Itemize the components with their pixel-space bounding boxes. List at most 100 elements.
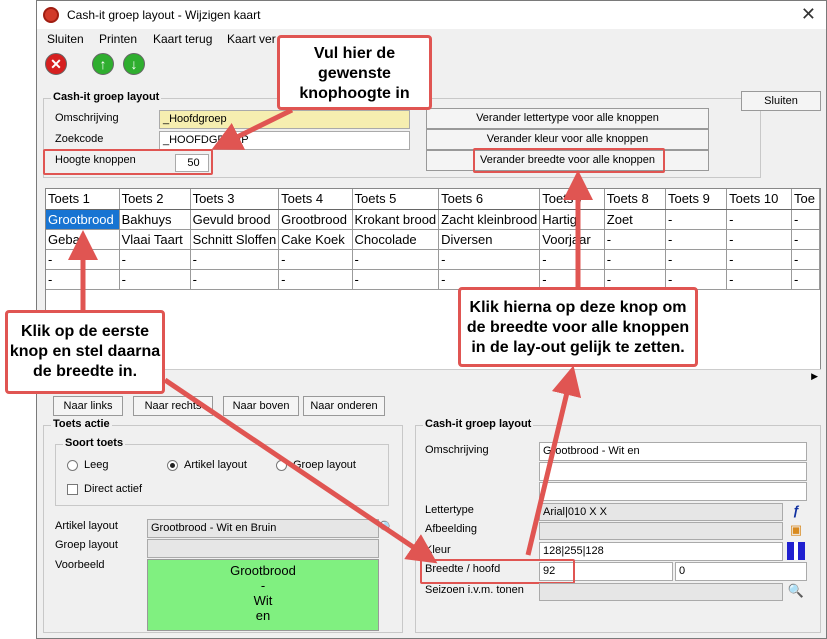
grid-cell[interactable]: Schnitt Sloffen — [190, 229, 280, 250]
omschrijving-field[interactable]: _Hoofdgroep — [159, 110, 410, 129]
groep-layout-field[interactable] — [147, 539, 379, 558]
grid-cell[interactable]: - — [665, 209, 728, 230]
voorbeeld-preview: Grootbrood - Wit en — [147, 559, 379, 631]
scroll-right-icon[interactable]: ▶ — [811, 371, 818, 382]
grid-cell[interactable]: - — [190, 269, 280, 290]
zoekcode-label: Zoekcode — [55, 133, 104, 145]
grid-cell[interactable]: - — [726, 269, 793, 290]
grid-cell[interactable]: - — [352, 249, 440, 270]
naar-links-button[interactable]: Naar links — [53, 396, 123, 416]
grid-cell[interactable]: Grootbrood — [278, 209, 353, 230]
grid-header[interactable]: Toets 1 — [46, 189, 120, 210]
color-icon[interactable] — [787, 542, 805, 560]
grid-header[interactable]: Toets 8 — [604, 189, 666, 210]
preview-line: Grootbrood — [230, 563, 296, 578]
grid-cell[interactable]: - — [726, 229, 793, 250]
grid-cell[interactable]: - — [665, 249, 728, 270]
grid-cell[interactable]: - — [791, 209, 820, 230]
grid-header[interactable]: Toets 7 — [539, 189, 605, 210]
grid-header[interactable]: Toets 9 — [665, 189, 728, 210]
grid-cell[interactable]: - — [726, 249, 793, 270]
grid-header[interactable]: Toets 2 — [119, 189, 191, 210]
grid-cell[interactable]: Cake Koek — [278, 229, 353, 250]
cancel-icon[interactable]: ✕ — [45, 53, 67, 75]
grid-cell[interactable]: - — [665, 269, 728, 290]
naar-boven-button[interactable]: Naar boven — [223, 396, 299, 416]
grid-header[interactable]: Toets 4 — [278, 189, 353, 210]
grid-cell[interactable]: - — [438, 249, 541, 270]
grid-cell[interactable]: Zacht kleinbrood — [438, 209, 541, 230]
grid-header[interactable]: Toe — [791, 189, 820, 210]
radio-artikel-layout[interactable] — [167, 460, 178, 471]
naar-rechts-button[interactable]: Naar rechts — [133, 396, 213, 416]
grid-cell[interactable]: Voorjaar — [539, 229, 605, 250]
arrow-up-icon[interactable]: ↑ — [92, 53, 114, 75]
menu-kaart-terug[interactable]: Kaart terug — [153, 32, 212, 46]
grid-cell[interactable]: Gebak — [46, 229, 120, 250]
bottom-omschrijving-field-2[interactable] — [539, 462, 807, 481]
grid-cell[interactable]: - — [539, 249, 605, 270]
grid-cell[interactable]: - — [119, 269, 191, 290]
grid-cell[interactable]: - — [604, 249, 666, 270]
menu-sluiten[interactable]: Sluiten — [47, 32, 84, 46]
grid-cell[interactable]: Bakhuys — [119, 209, 191, 230]
grid-header[interactable]: Toets 5 — [352, 189, 440, 210]
grid-header[interactable]: Toets 10 — [726, 189, 793, 210]
grid-cell[interactable]: Diversen — [438, 229, 541, 250]
grid-cell[interactable]: - — [604, 229, 666, 250]
radio-groep-layout[interactable] — [276, 460, 287, 471]
direct-actief-checkbox[interactable] — [67, 484, 78, 495]
grid-cell[interactable]: - — [352, 269, 440, 290]
menu-kaart-verder[interactable]: Kaart ver — [227, 32, 276, 46]
grid-cell[interactable]: Zoet — [604, 209, 666, 230]
grid-cell[interactable]: Gevuld brood — [190, 209, 280, 230]
kleur-field[interactable]: 128|255|128 — [539, 542, 783, 561]
grid-cell[interactable]: - — [791, 249, 820, 270]
grid-cell[interactable]: Krokant brood — [352, 209, 440, 230]
arrow-down-icon[interactable]: ↓ — [123, 53, 145, 75]
close-icon[interactable]: ✕ — [801, 4, 816, 25]
grid-cell[interactable]: Hartig — [539, 209, 605, 230]
seizoen-field[interactable] — [539, 583, 783, 601]
zoekcode-field[interactable]: _HOOFDGROEP — [159, 131, 410, 150]
verander-lettertype-button[interactable]: Verander lettertype voor alle knoppen — [426, 108, 709, 129]
title-bar: Cash-it groep layout - Wijzigen kaart ✕ — [37, 1, 826, 29]
grid-cell[interactable]: Grootbrood — [46, 209, 120, 230]
radio-leeg-label: Leeg — [84, 459, 109, 471]
grid-cell[interactable]: - — [791, 229, 820, 250]
breedte-button-highlight — [473, 148, 665, 173]
lettertype-field[interactable]: Arial|010 X X — [539, 503, 783, 521]
grid-cell[interactable]: - — [46, 249, 120, 270]
grid-cell[interactable]: - — [46, 269, 120, 290]
bottom-omschrijving-field[interactable]: Grootbrood - Wit en — [539, 442, 807, 461]
naar-onderen-button[interactable]: Naar onderen — [303, 396, 385, 416]
grid-header[interactable]: Toets 3 — [190, 189, 280, 210]
search-icon[interactable]: 🔍 — [787, 582, 805, 600]
grid-cell[interactable]: Chocolade — [352, 229, 440, 250]
grid-cell[interactable]: - — [604, 269, 666, 290]
sluiten-button[interactable]: Sluiten — [741, 91, 821, 111]
verander-kleur-button[interactable]: Verander kleur voor alle knoppen — [426, 129, 709, 150]
font-icon[interactable]: ƒ — [787, 502, 805, 520]
bottom-omschrijving-field-3[interactable] — [539, 482, 807, 501]
image-icon[interactable]: ▣ — [787, 521, 805, 539]
artikel-layout-field[interactable]: Grootbrood - Wit en Bruin — [147, 519, 379, 538]
grid-cell[interactable]: - — [438, 269, 541, 290]
grid-cell[interactable]: - — [539, 269, 605, 290]
afbeelding-field[interactable] — [539, 522, 783, 540]
grid-cell[interactable]: - — [190, 249, 280, 270]
grid-cell[interactable]: - — [665, 229, 728, 250]
radio-leeg[interactable] — [67, 460, 78, 471]
grid-header[interactable]: Toets 6 — [438, 189, 541, 210]
grid-cell[interactable]: - — [278, 269, 353, 290]
bottom-omschrijving-label: Omschrijving — [425, 444, 489, 456]
grid-cell[interactable]: - — [791, 269, 820, 290]
grid-cell[interactable]: - — [726, 209, 793, 230]
search-icon[interactable]: 🔍 — [378, 519, 396, 537]
menu-printen[interactable]: Printen — [99, 32, 137, 46]
radio-artikel-layout-label: Artikel layout — [184, 459, 247, 471]
grid-cell[interactable]: Vlaai Taart — [119, 229, 191, 250]
grid-cell[interactable]: - — [278, 249, 353, 270]
grid-cell[interactable]: - — [119, 249, 191, 270]
hoofd-field[interactable]: 0 — [675, 562, 807, 581]
